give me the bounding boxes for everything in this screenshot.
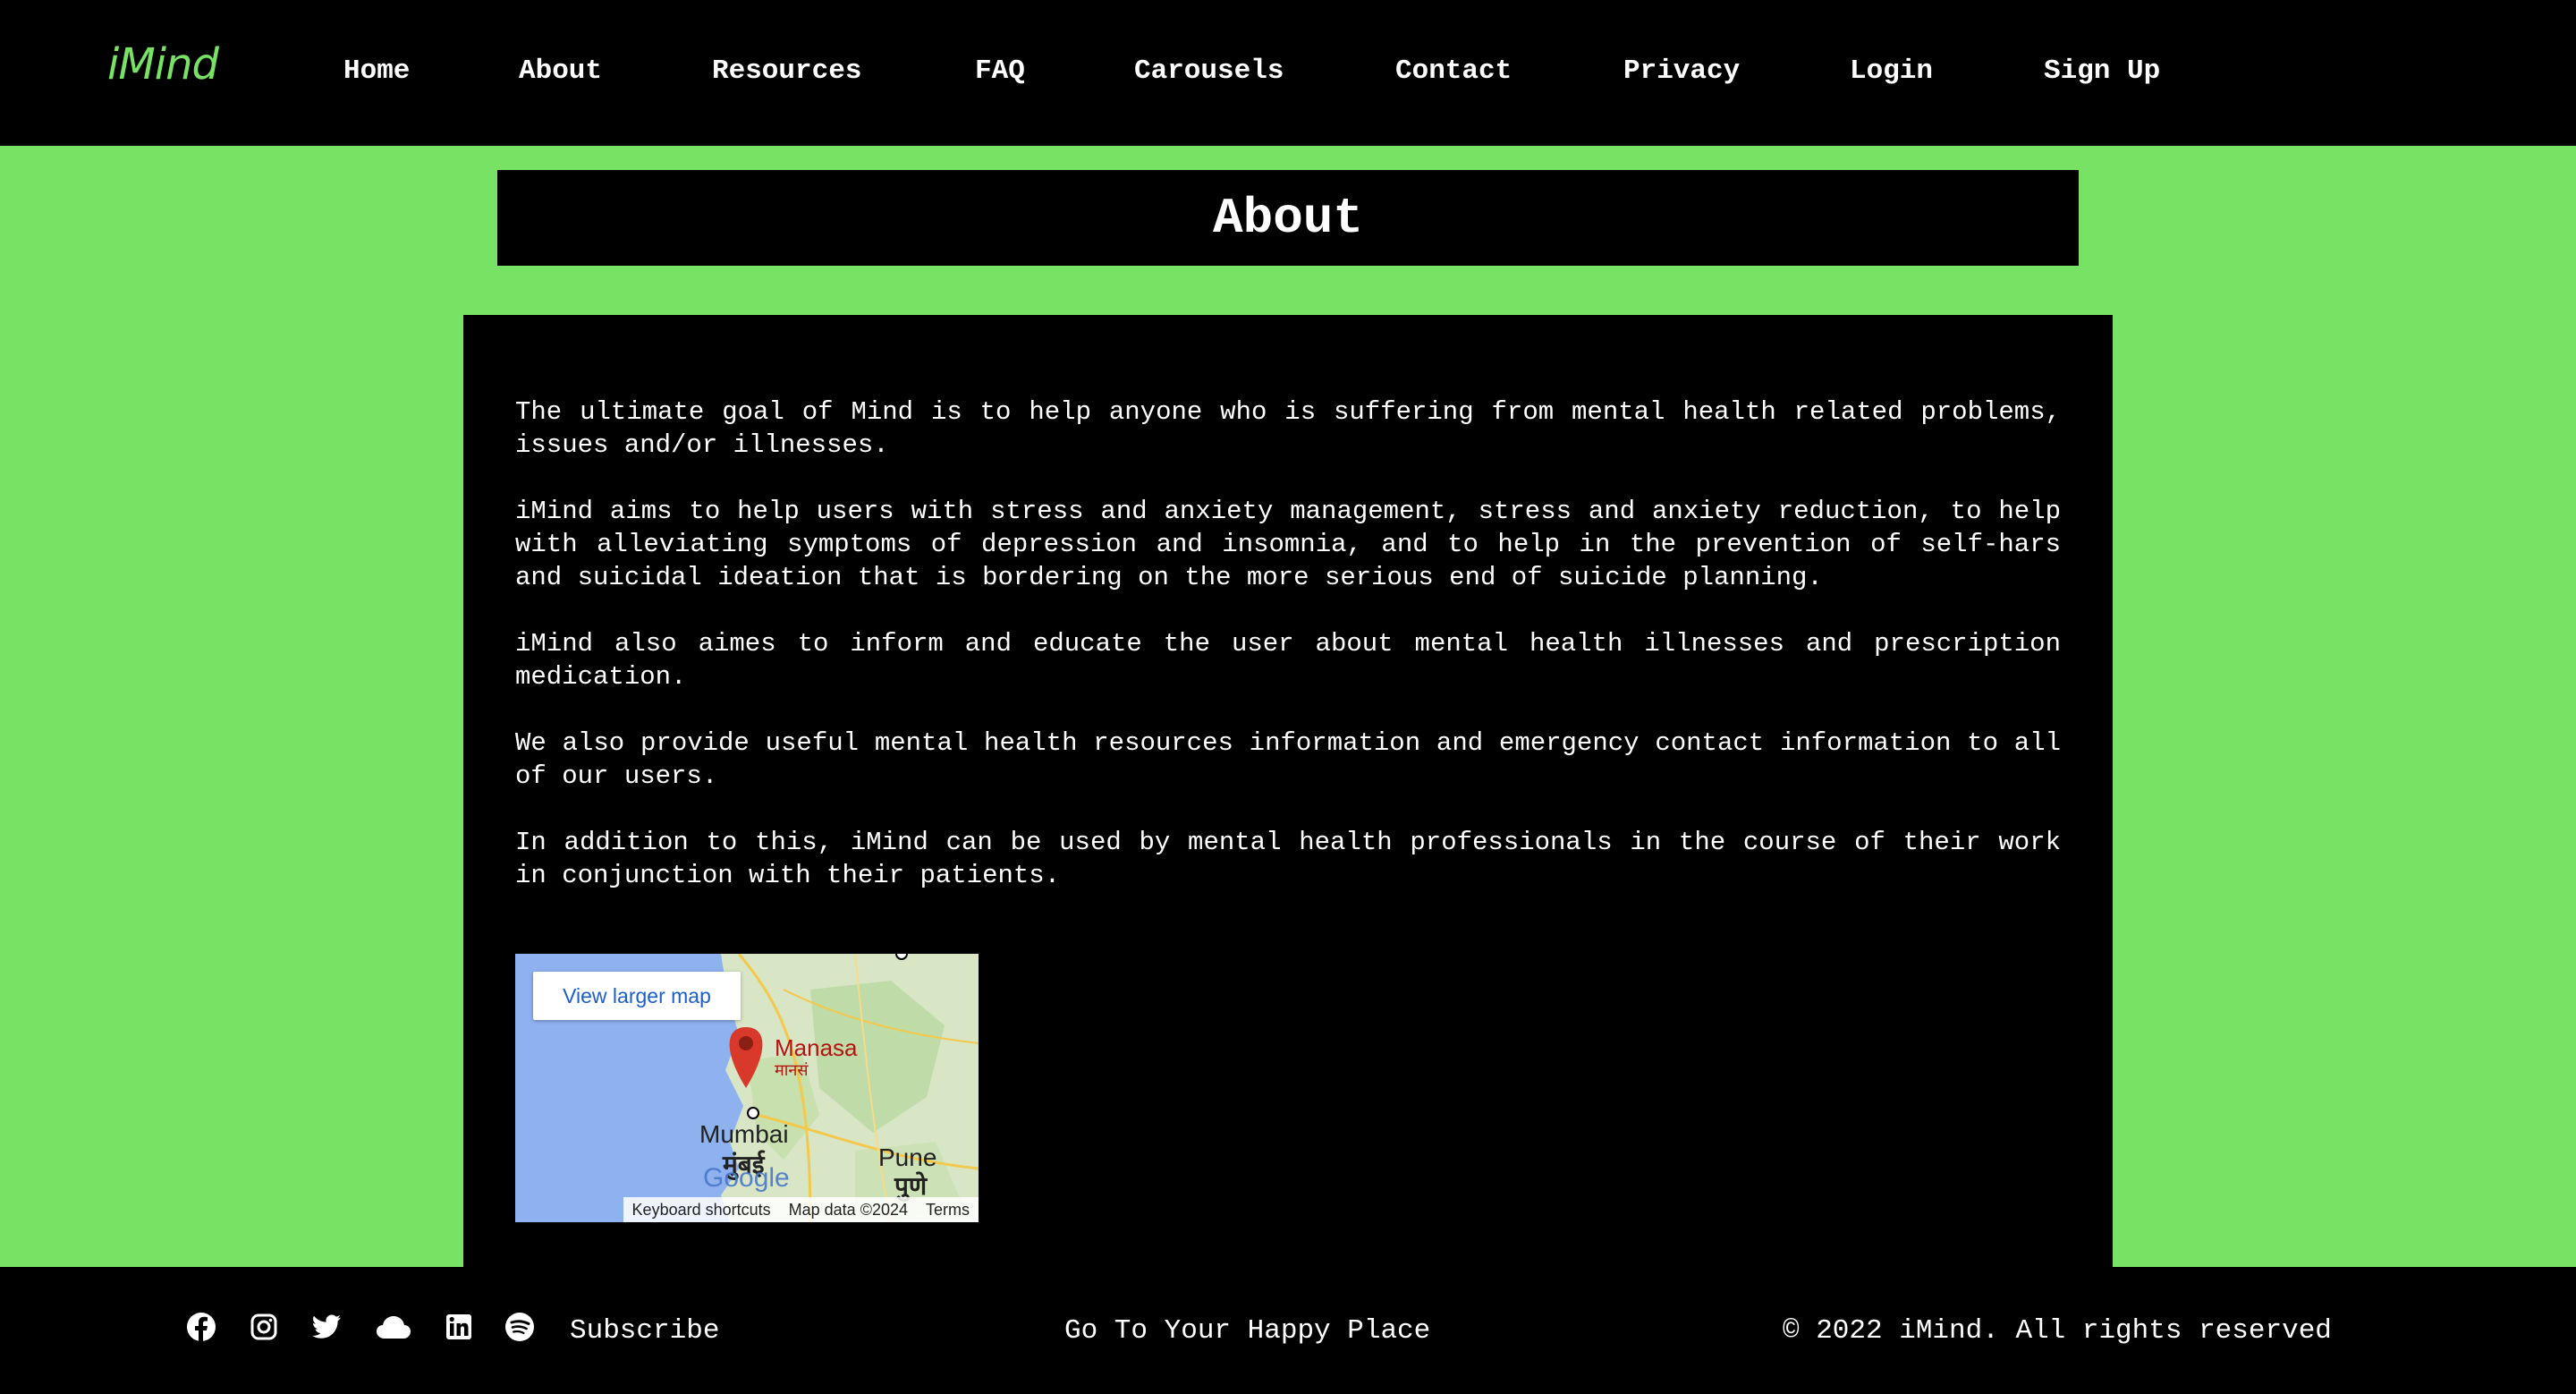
keyboard-shortcuts-link[interactable]: Keyboard shortcuts [623,1201,780,1220]
paragraph-goal: The ultimate goal of Mind is to help any… [515,397,2061,460]
instagram-icon[interactable] [249,1312,279,1342]
map-place-label: Manasa [775,1034,858,1061]
nav-resources[interactable]: Resources [712,55,861,87]
map-place-label-local: मानसं [775,1061,809,1079]
footer-copyright: © 2022 iMind. All rights reserved [1783,1315,2332,1347]
spotify-icon[interactable] [504,1312,535,1342]
about-panel: The ultimate goal of Mind is to help any… [463,315,2113,1267]
site-logo[interactable]: iMind [107,39,219,89]
paragraph-professionals: In addition to this, iMind can be used b… [515,828,2061,890]
about-content: The ultimate goal of Mind is to help any… [515,395,2061,925]
google-logo: Google [703,1163,790,1193]
nav-faq[interactable]: FAQ [975,55,1025,87]
cloud-icon[interactable] [376,1312,411,1342]
map-attribution-bar: Keyboard shortcuts Map data ©2024 Terms [623,1197,979,1222]
footer-tagline: Go To Your Happy Place [1064,1315,1431,1347]
nav-home[interactable]: Home [343,55,410,87]
nav-signup[interactable]: Sign Up [2044,55,2160,87]
map-data-label: Map data ©2024 [788,1200,908,1219]
terms-link[interactable]: Terms [917,1201,979,1220]
nav-privacy[interactable]: Privacy [1623,55,1740,87]
nav-carousels[interactable]: Carousels [1134,55,1284,87]
facebook-icon[interactable] [186,1312,216,1342]
nav-contact[interactable]: Contact [1395,55,1512,87]
page-title-bar: About [497,170,2079,266]
map-city-mumbai: Mumbai [699,1120,789,1148]
paragraph-resources: We also provide useful mental health res… [515,728,2061,791]
page-title: About [1212,189,1364,247]
embedded-map[interactable]: View larger map Manasa मानसं Mumbai मुंब… [515,954,979,1222]
linkedin-icon[interactable] [444,1312,474,1342]
subscribe-link[interactable]: Subscribe [570,1315,719,1347]
nav-about[interactable]: About [519,55,602,87]
view-larger-map-button[interactable]: View larger map [533,972,741,1020]
paragraph-inform: iMind also aimes to inform and educate t… [515,629,2061,692]
top-navbar: iMind Home About Resources FAQ Carousels… [0,0,2576,146]
twitter-icon[interactable] [311,1312,342,1342]
nav-login[interactable]: Login [1850,55,1933,87]
paragraph-aims: iMind aims to help users with stress and… [515,497,2061,592]
